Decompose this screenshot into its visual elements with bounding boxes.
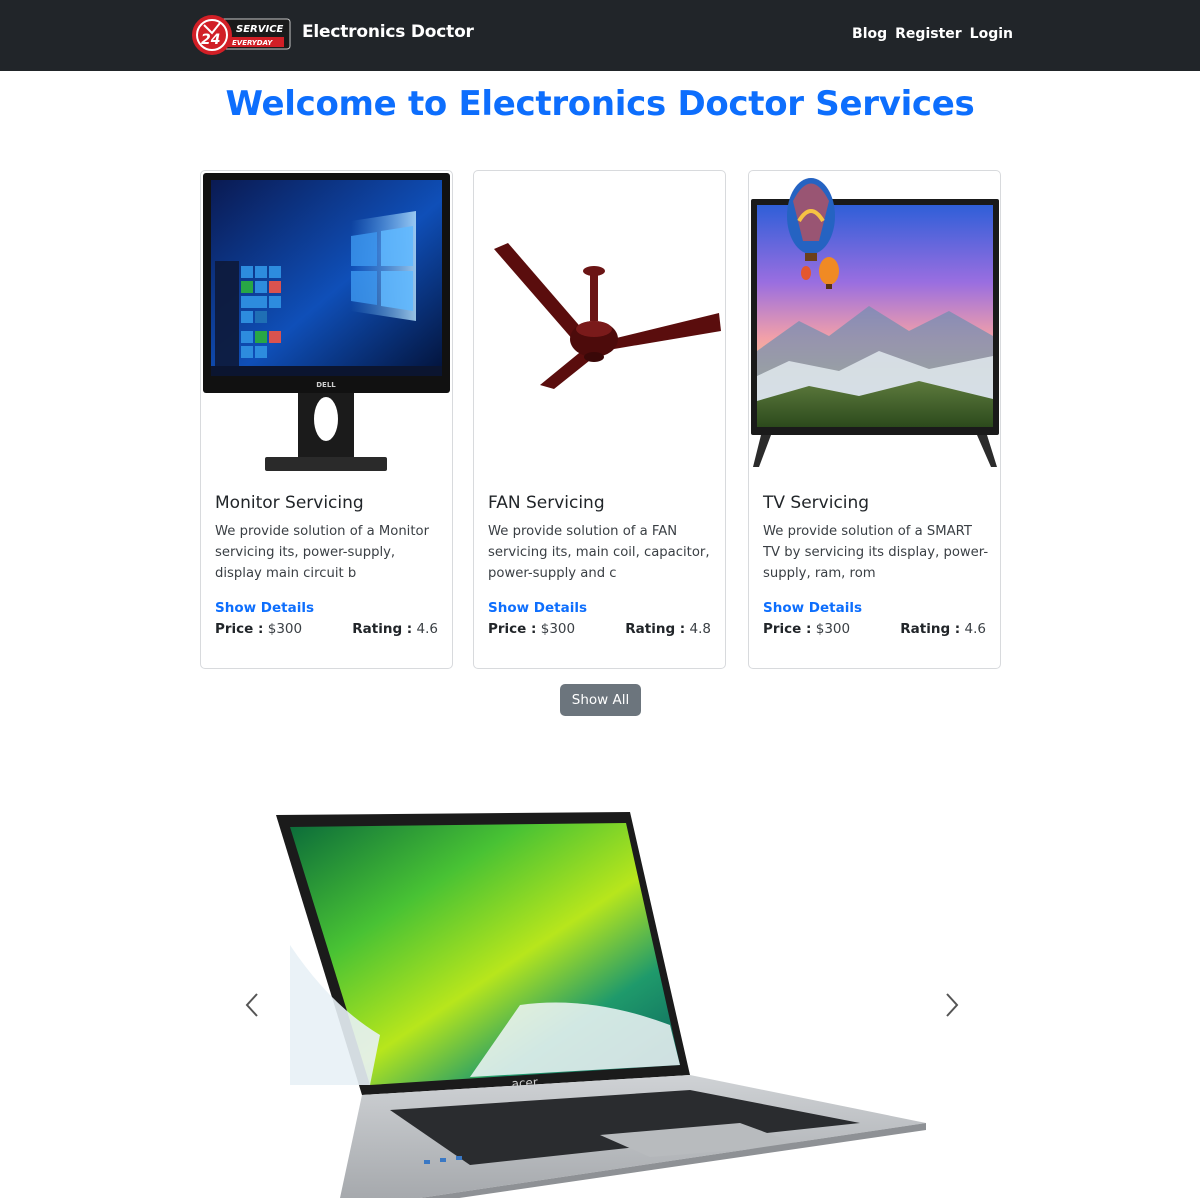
service-card-tv: TV Servicing We provide solution of a SM… — [748, 170, 1001, 669]
rating-value: 4.6 — [964, 621, 986, 637]
monitor-image: DELL — [203, 173, 450, 471]
service-card-fan: FAN Servicing We provide solution of a F… — [473, 170, 726, 669]
page-title: Welcome to Electronics Doctor Services — [225, 84, 975, 124]
nav-links: Blog Register Login — [852, 26, 1013, 42]
show-all-button[interactable]: Show All — [560, 684, 641, 716]
nav-link-blog[interactable]: Blog — [852, 26, 887, 42]
nav-link-register[interactable]: Register — [895, 26, 962, 42]
show-details-link[interactable]: Show Details — [763, 600, 862, 616]
rating-label: Rating : — [625, 621, 686, 637]
price-label: Price : — [488, 621, 537, 637]
laptop-image: acer — [276, 812, 926, 1198]
rating: Rating : 4.6 — [352, 621, 438, 637]
card-title: FAN Servicing — [488, 493, 605, 513]
price-value: $300 — [267, 621, 303, 637]
rating: Rating : 4.8 — [625, 621, 711, 637]
price-label: Price : — [763, 621, 812, 637]
price-value: $300 — [540, 621, 576, 637]
price: Price : $300 — [215, 621, 302, 637]
show-details-link[interactable]: Show Details — [488, 600, 587, 616]
rating-value: 4.8 — [689, 621, 711, 637]
svg-text:24: 24 — [201, 32, 220, 48]
service-24-logo[interactable]: SERVICE EVERYDAY 24 — [192, 11, 292, 59]
price-rating-row: Price : $300 Rating : 4.6 — [215, 621, 438, 637]
rating: Rating : 4.6 — [900, 621, 986, 637]
card-description: We provide solution of a SMART TV by ser… — [763, 524, 989, 581]
svg-text:EVERYDAY: EVERYDAY — [232, 39, 273, 47]
svg-text:DELL: DELL — [316, 381, 336, 389]
carousel: acer — [230, 790, 970, 1198]
price-label: Price : — [215, 621, 264, 637]
brand-name[interactable]: Electronics Doctor — [302, 22, 474, 42]
card-description: We provide solution of a Monitor servici… — [215, 524, 430, 581]
smart-tv-image — [751, 178, 999, 467]
chevron-left-icon[interactable] — [238, 990, 268, 1020]
navbar: SERVICE EVERYDAY 24 Electronics Doctor B… — [0, 0, 1200, 71]
price-value: $300 — [815, 621, 851, 637]
rating-label: Rating : — [352, 621, 413, 637]
rating-label: Rating : — [900, 621, 961, 637]
price: Price : $300 — [763, 621, 850, 637]
price-rating-row: Price : $300 Rating : 4.6 — [763, 621, 986, 637]
service-card-monitor: DELL Monitor Servicing We provide soluti… — [200, 170, 453, 669]
nav-link-login[interactable]: Login — [970, 26, 1013, 42]
price-rating-row: Price : $300 Rating : 4.8 — [488, 621, 711, 637]
rating-value: 4.6 — [416, 621, 438, 637]
ceiling-fan-image — [494, 243, 721, 389]
card-title: TV Servicing — [763, 493, 870, 513]
show-details-link[interactable]: Show Details — [215, 600, 314, 616]
price: Price : $300 — [488, 621, 575, 637]
card-description: We provide solution of a FAN servicing i… — [488, 524, 710, 581]
svg-text:SERVICE: SERVICE — [236, 24, 284, 35]
chevron-right-icon[interactable] — [936, 990, 966, 1020]
card-title: Monitor Servicing — [215, 493, 364, 513]
